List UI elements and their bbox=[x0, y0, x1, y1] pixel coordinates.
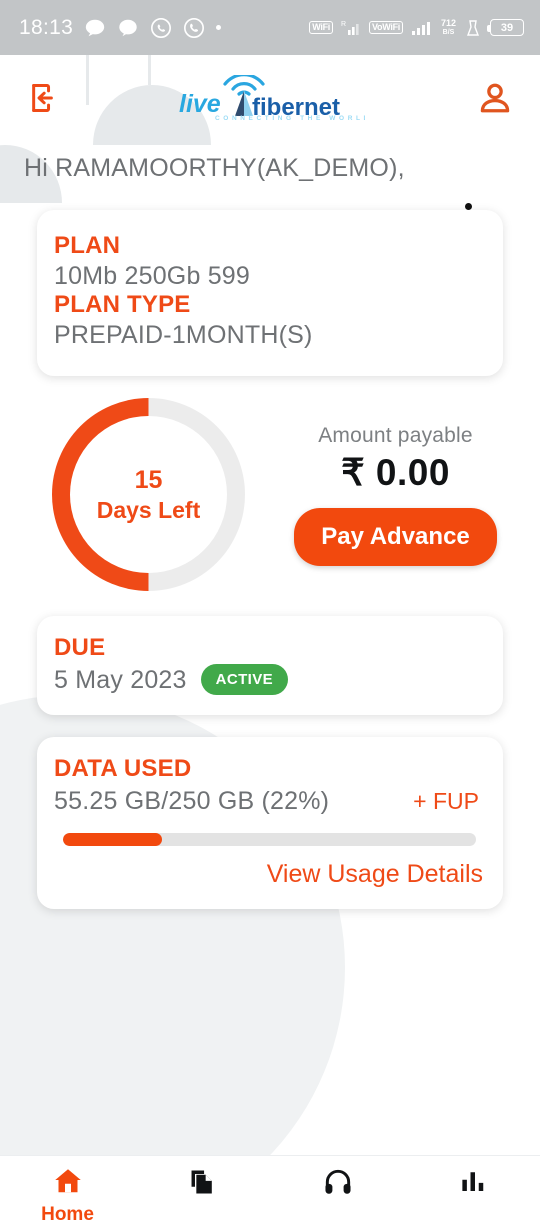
vowifi-icon: VoWiFi bbox=[369, 21, 403, 34]
plan-type-label: PLAN TYPE bbox=[54, 291, 191, 318]
due-date: 5 May 2023 bbox=[54, 666, 187, 694]
plan-card: PLAN 10Mb 250Gb 599 PLAN TYPE PREPAID-1M… bbox=[37, 210, 503, 376]
plan-type-value: PREPAID-1MONTH(S) bbox=[54, 321, 313, 349]
nav-item-usage[interactable] bbox=[405, 1156, 540, 1204]
data-rate-indicator: 712 B/S bbox=[440, 17, 456, 37]
status-bar: 18:13 WiFi R VoWiFi 712 B/S 39 bbox=[0, 0, 540, 55]
app-header: live fibernet CONNECTING THE WORLD live … bbox=[0, 55, 540, 140]
data-used-value: 55.25 GB/250 GB (22%) bbox=[54, 787, 330, 815]
whatsapp-icon bbox=[150, 17, 172, 39]
amount-payable-label: Amount payable bbox=[318, 423, 473, 447]
headphones-icon bbox=[322, 1166, 354, 1203]
data-usage-progress-bar bbox=[63, 833, 476, 846]
status-bar-clock: 18:13 bbox=[19, 15, 74, 39]
days-left-ring: 15 Days Left bbox=[52, 398, 245, 591]
data-rate-value: 712 bbox=[440, 17, 456, 28]
nav-item-documents[interactable] bbox=[135, 1156, 270, 1206]
messenger-icon bbox=[117, 17, 139, 39]
phone-icon bbox=[183, 17, 205, 39]
svg-text:R: R bbox=[341, 21, 346, 28]
greeting-text: Hi RAMAMOORTHY(AK_DEMO), bbox=[24, 154, 405, 182]
payment-block: Amount payable ₹ 0.00 Pay Advance bbox=[245, 424, 540, 566]
days-left-center: 15 Days Left bbox=[70, 416, 227, 573]
vibrate-icon bbox=[464, 19, 482, 37]
logout-icon[interactable] bbox=[24, 77, 66, 119]
chat-bubble-icon bbox=[84, 17, 106, 39]
data-used-card: DATA USED 55.25 GB/250 GB (22%) + FUP Vi… bbox=[37, 737, 503, 909]
svg-text:CONNECTING THE WORLD: CONNECTING THE WORLD bbox=[215, 115, 365, 121]
days-left-progress-arc: 15 Days Left bbox=[52, 398, 245, 591]
data-rate-unit: B/S bbox=[442, 28, 455, 36]
battery-icon: 39 bbox=[487, 19, 524, 36]
bar-chart-icon bbox=[458, 1166, 488, 1201]
days-left-count: 15 bbox=[134, 465, 163, 494]
fup-link[interactable]: + FUP bbox=[413, 788, 479, 815]
roaming-signal-icon: R bbox=[341, 19, 361, 37]
nav-item-support[interactable] bbox=[270, 1156, 405, 1206]
documents-icon bbox=[187, 1166, 219, 1203]
days-left-caption: Days Left bbox=[96, 496, 201, 523]
data-usage-progress-fill bbox=[63, 833, 163, 846]
svg-text:live: live bbox=[179, 90, 221, 118]
wifi-icon: WiFi bbox=[309, 21, 334, 34]
app-logo: live fibernet CONNECTING THE WORLD live … bbox=[169, 74, 365, 121]
bottom-navigation: Home bbox=[0, 1155, 540, 1230]
summary-row: 15 Days Left Amount payable ₹ 0.00 Pay A… bbox=[0, 398, 540, 591]
status-bar-right: WiFi R VoWiFi 712 B/S 39 bbox=[309, 17, 540, 37]
due-card: DUE 5 May 2023 ACTIVE bbox=[37, 616, 503, 715]
logo-graphic: live fibernet CONNECTING THE WORLD bbox=[179, 74, 365, 121]
notification-dot-icon bbox=[216, 25, 222, 30]
nav-label-home: Home bbox=[41, 1204, 94, 1225]
plan-value: 10Mb 250Gb 599 bbox=[54, 262, 251, 290]
battery-level: 39 bbox=[500, 21, 514, 34]
due-row: 5 May 2023 ACTIVE bbox=[37, 664, 503, 695]
app-content: live fibernet CONNECTING THE WORLD live … bbox=[0, 55, 540, 1230]
due-label: DUE bbox=[54, 634, 106, 661]
data-used-title: DATA USED bbox=[54, 755, 192, 782]
profile-icon[interactable] bbox=[474, 77, 516, 119]
data-used-row: 55.25 GB/250 GB (22%) + FUP bbox=[37, 785, 503, 816]
home-icon bbox=[52, 1166, 84, 1201]
plan-label: PLAN bbox=[54, 232, 121, 259]
nav-item-home[interactable]: Home bbox=[0, 1156, 135, 1226]
cellular-signal-icon bbox=[411, 19, 433, 37]
view-usage-details-link[interactable]: View Usage Details bbox=[37, 846, 503, 889]
status-badge: ACTIVE bbox=[200, 664, 289, 695]
amount-payable-value: ₹ 0.00 bbox=[341, 451, 450, 493]
pay-advance-button[interactable]: Pay Advance bbox=[294, 507, 497, 566]
status-bar-left: 18:13 bbox=[0, 15, 222, 40]
